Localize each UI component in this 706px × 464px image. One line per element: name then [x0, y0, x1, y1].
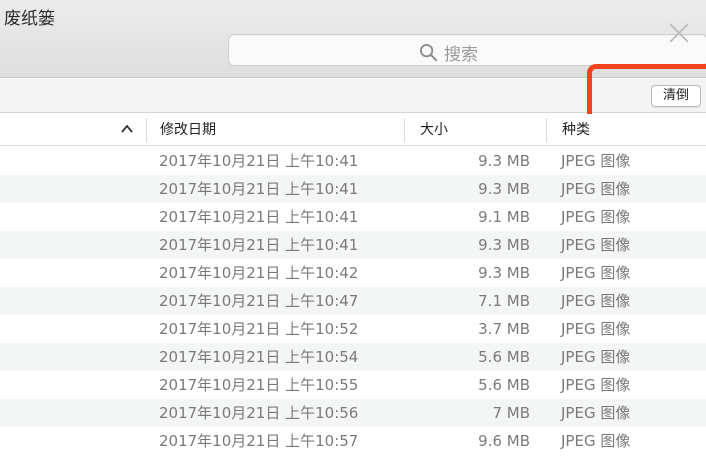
- table-row[interactable]: 2017年10月21日 上午10:57 9.6 MB JPEG 图像: [0, 427, 706, 455]
- table-row[interactable]: 2017年10月21日 上午10:41 9.1 MB JPEG 图像: [0, 203, 706, 231]
- table-row[interactable]: 2017年10月21日 上午10:54 5.6 MB JPEG 图像: [0, 343, 706, 371]
- row-kind: JPEG 图像: [561, 152, 631, 170]
- search-field[interactable]: 搜索: [228, 34, 706, 66]
- column-divider[interactable]: [404, 118, 405, 142]
- close-icon[interactable]: [668, 22, 690, 44]
- row-size: 9.3 MB: [478, 180, 530, 198]
- window-title: 废纸篓: [4, 9, 55, 29]
- row-kind: JPEG 图像: [561, 264, 631, 282]
- row-kind: JPEG 图像: [561, 236, 631, 254]
- row-size: 9.3 MB: [478, 236, 530, 254]
- title-bar: 废纸篓 搜索: [0, 0, 706, 78]
- table-row[interactable]: 2017年10月21日 上午10:52 3.7 MB JPEG 图像: [0, 315, 706, 343]
- table-row[interactable]: 2017年10月21日 上午10:41 9.3 MB JPEG 图像: [0, 147, 706, 175]
- row-date: 2017年10月21日 上午10:56: [159, 404, 359, 422]
- search-placeholder: 搜索: [444, 45, 478, 65]
- row-kind: JPEG 图像: [561, 180, 631, 198]
- table-row[interactable]: 2017年10月21日 上午10:42 9.3 MB JPEG 图像: [0, 259, 706, 287]
- row-kind: JPEG 图像: [561, 404, 631, 422]
- column-kind[interactable]: 种类: [562, 114, 590, 146]
- row-size: 7.1 MB: [478, 292, 530, 310]
- row-date: 2017年10月21日 上午10:57: [159, 432, 359, 450]
- row-date: 2017年10月21日 上午10:42: [159, 264, 359, 282]
- table-row[interactable]: 2017年10月21日 上午10:56 7 MB JPEG 图像: [0, 399, 706, 427]
- row-kind: JPEG 图像: [561, 432, 631, 450]
- row-kind: JPEG 图像: [561, 320, 631, 338]
- row-size: 5.6 MB: [478, 376, 530, 394]
- file-list: 2017年10月21日 上午10:41 9.3 MB JPEG 图像 2017年10月…: [0, 147, 706, 455]
- row-date: 2017年10月21日 上午10:41: [159, 208, 359, 226]
- row-size: 3.7 MB: [478, 320, 530, 338]
- row-size: 9.3 MB: [478, 264, 530, 282]
- column-header: 修改日期 大小 种类: [0, 114, 706, 146]
- table-row[interactable]: 2017年10月21日 上午10:55 5.6 MB JPEG 图像: [0, 371, 706, 399]
- column-divider[interactable]: [146, 118, 147, 142]
- row-date: 2017年10月21日 上午10:41: [159, 236, 359, 254]
- row-date: 2017年10月21日 上午10:41: [159, 180, 359, 198]
- row-size: 9.6 MB: [478, 432, 530, 450]
- row-date: 2017年10月21日 上午10:54: [159, 348, 359, 366]
- row-date: 2017年10月21日 上午10:41: [159, 152, 359, 170]
- search-icon: [419, 43, 438, 62]
- row-kind: JPEG 图像: [561, 376, 631, 394]
- row-size: 9.1 MB: [478, 208, 530, 226]
- empty-trash-button[interactable]: 清倒: [651, 85, 701, 107]
- chevron-up-icon[interactable]: [120, 122, 134, 136]
- trash-toolbar: 清倒: [0, 79, 706, 113]
- column-date[interactable]: 修改日期: [160, 114, 216, 146]
- row-size: 7 MB: [492, 404, 530, 422]
- table-row[interactable]: 2017年10月21日 上午10:47 7.1 MB JPEG 图像: [0, 287, 706, 315]
- search-placeholder-group: 搜索: [419, 40, 478, 65]
- table-row[interactable]: 2017年10月21日 上午10:41 9.3 MB JPEG 图像: [0, 231, 706, 259]
- row-size: 9.3 MB: [478, 152, 530, 170]
- column-size[interactable]: 大小: [420, 114, 448, 146]
- row-kind: JPEG 图像: [561, 208, 631, 226]
- table-row[interactable]: 2017年10月21日 上午10:41 9.3 MB JPEG 图像: [0, 175, 706, 203]
- row-size: 5.6 MB: [478, 348, 530, 366]
- row-date: 2017年10月21日 上午10:55: [159, 376, 359, 394]
- scroll-fade: [0, 452, 706, 464]
- row-kind: JPEG 图像: [561, 292, 631, 310]
- row-kind: JPEG 图像: [561, 348, 631, 366]
- row-date: 2017年10月21日 上午10:47: [159, 292, 359, 310]
- column-divider[interactable]: [546, 118, 547, 142]
- row-date: 2017年10月21日 上午10:52: [159, 320, 359, 338]
